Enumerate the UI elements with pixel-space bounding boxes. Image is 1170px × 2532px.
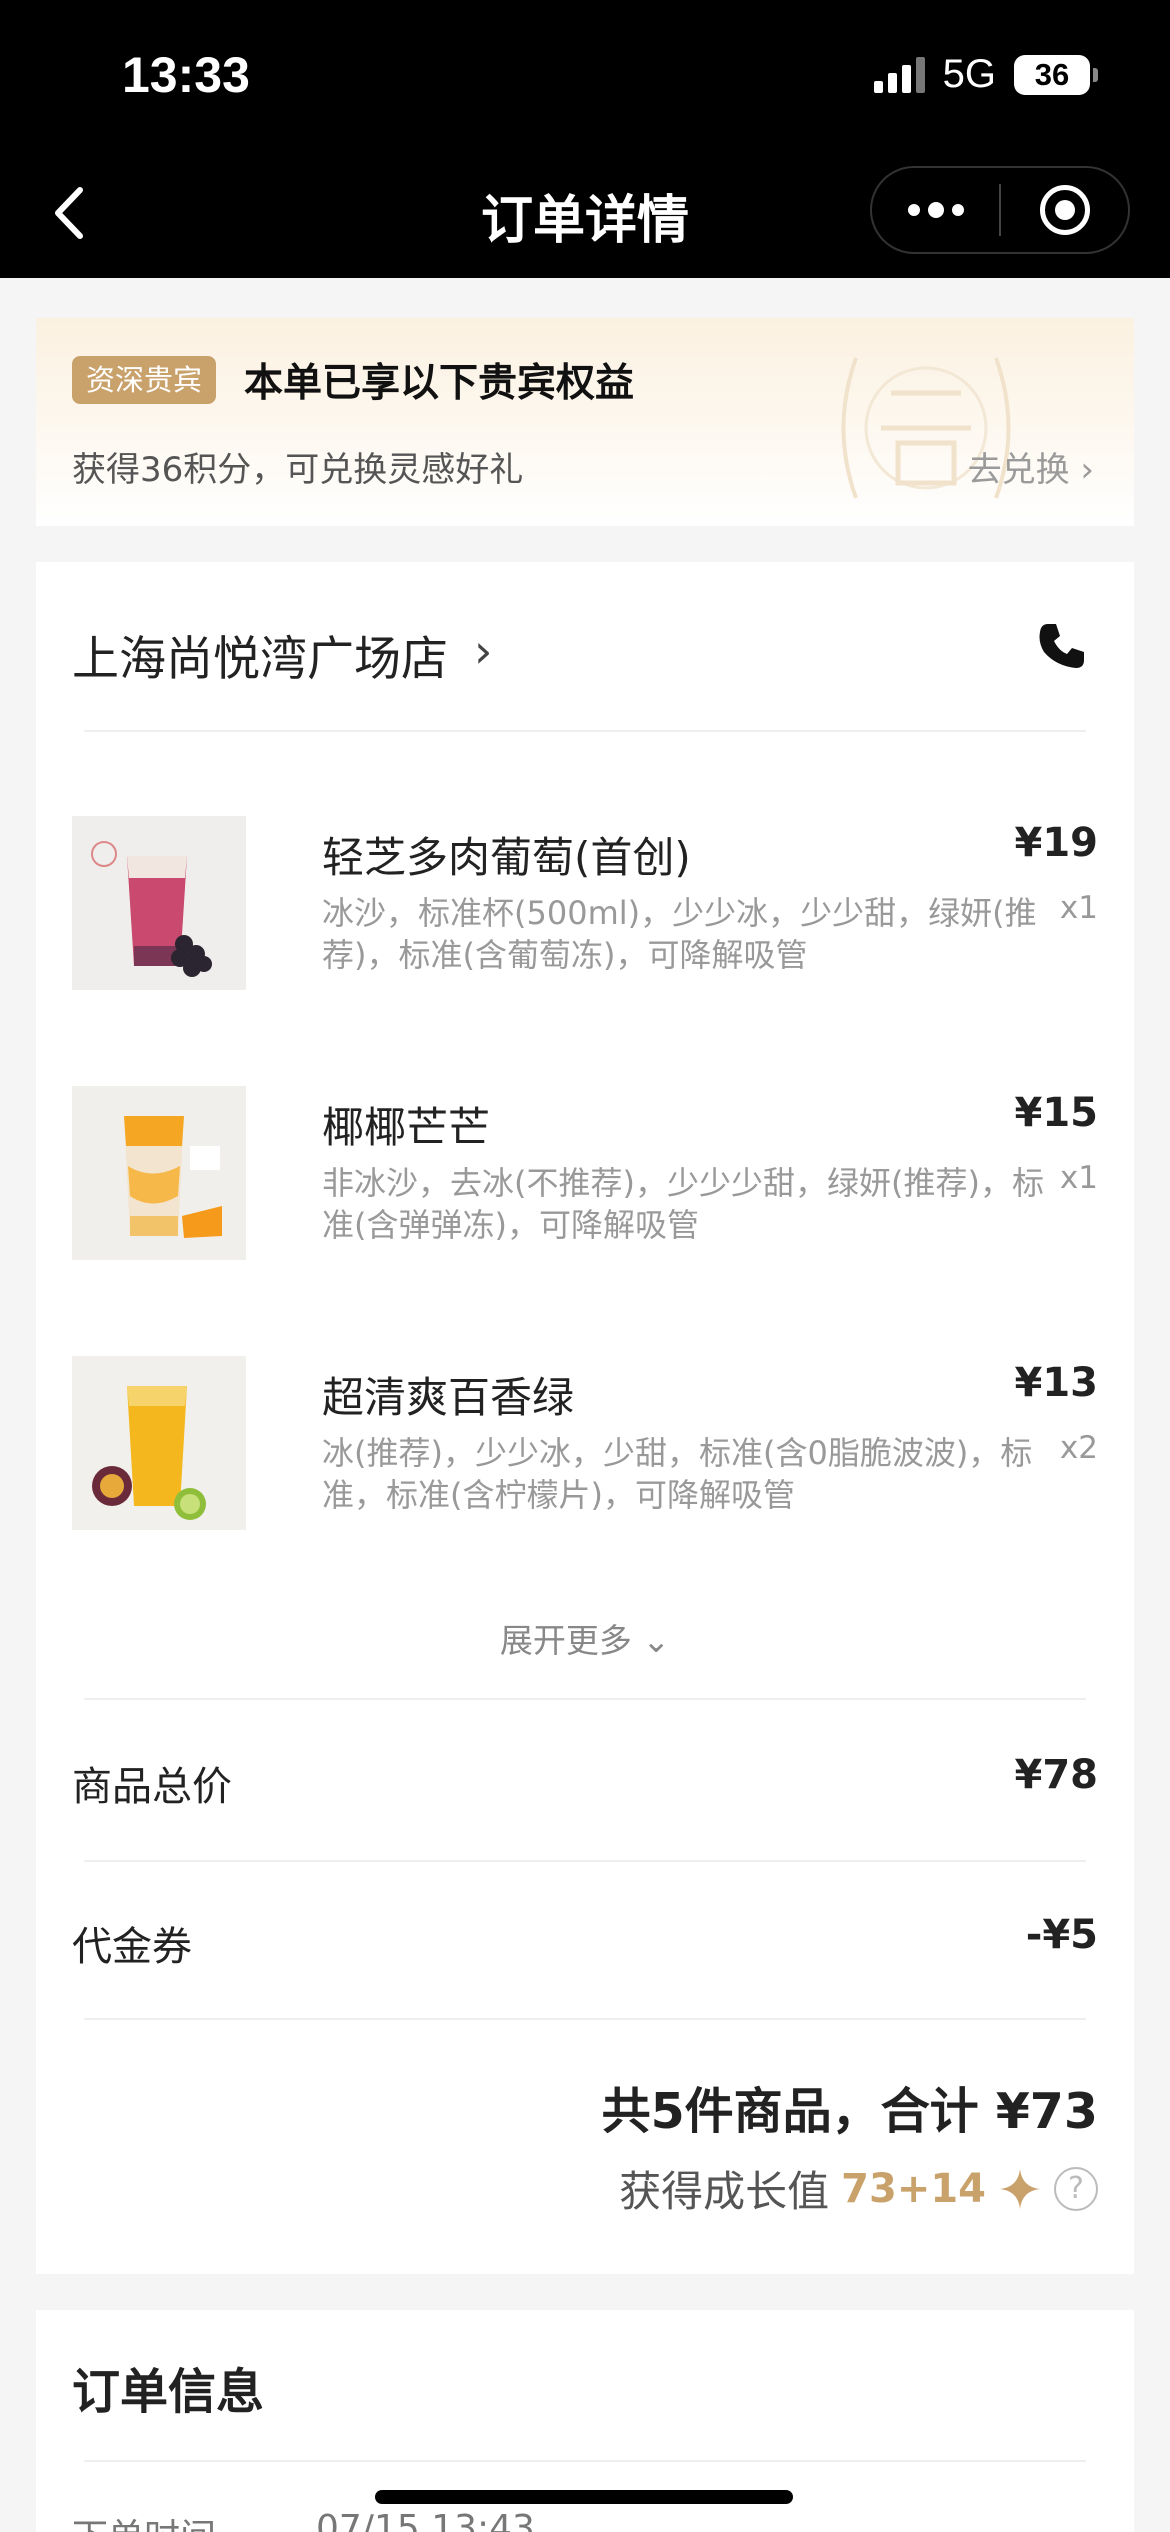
mini-program-capsule xyxy=(870,166,1130,254)
subtotal-label: 商品总价 xyxy=(72,1764,232,1810)
growth-label: 获得成长值 xyxy=(619,2167,830,2216)
battery-icon: 36 xyxy=(1014,54,1098,95)
order-time-label: 下单时间 xyxy=(72,2508,216,2532)
list-item[interactable]: 超清爽百香绿 冰(推荐)，少少冰，少甜，标准(含0脂脆波波)，标准，标准(含柠檬… xyxy=(72,1356,1098,1546)
order-items-card: 上海尚悦湾广场店 › 轻芝多肉葡萄(首创) 冰沙，标准杯(500ml)，少少冰，… xyxy=(36,562,1134,2274)
sparkle-icon xyxy=(1000,2168,1040,2209)
item-quantity: x1 xyxy=(1059,890,1098,926)
item-name: 轻芝多肉葡萄(首创) xyxy=(322,833,691,882)
exchange-link[interactable]: 去兑换 › xyxy=(968,442,1094,491)
item-options: 冰沙，标准杯(500ml)，少少冰，少少甜，绿妍(推荐)，标准(含葡萄冻)，可降… xyxy=(322,894,1037,974)
item-price: ¥15 xyxy=(1014,1090,1099,1136)
points-text: 获得36积分，可兑换灵感好礼 xyxy=(72,450,524,490)
divider xyxy=(84,730,1086,732)
close-target-icon[interactable] xyxy=(1001,185,1128,235)
list-item[interactable]: 轻芝多肉葡萄(首创) 冰沙，标准杯(500ml)，少少冰，少少甜，绿妍(推荐)，… xyxy=(72,816,1098,1006)
subtotal-value: ¥78 xyxy=(1014,1752,1099,1798)
xi-watermark-icon xyxy=(841,357,1011,499)
order-total: 共5件商品，合计 ¥73 xyxy=(601,2083,1098,2140)
growth-value: 73+14 xyxy=(841,2165,986,2212)
list-item[interactable]: 椰椰芒芒 非冰沙，去冰(不推荐)，少少少甜，绿妍(推荐)，标准(含弹弹冻)，可降… xyxy=(72,1086,1098,1276)
item-price: ¥19 xyxy=(1014,820,1099,866)
growth-row: 获得成长值 73+14 ? xyxy=(619,2158,1098,2219)
home-indicator[interactable] xyxy=(375,2490,793,2504)
item-name: 超清爽百香绿 xyxy=(322,1373,575,1422)
item-price: ¥13 xyxy=(1014,1360,1099,1406)
status-indicators: 5G 36 xyxy=(873,52,1098,97)
expand-more-button[interactable]: 展开更多 ⌄ xyxy=(36,1614,1134,1662)
item-options: 非冰沙，去冰(不推荐)，少少少甜，绿妍(推荐)，标准(含弹弹冻)，可降解吸管 xyxy=(322,1164,1044,1244)
order-time-value: 07/15 13:43 xyxy=(316,2508,535,2532)
nav-bar: 订单详情 xyxy=(0,150,1170,278)
voucher-label: 代金券 xyxy=(72,1924,192,1970)
more-icon[interactable] xyxy=(872,202,999,218)
status-time: 13:33 xyxy=(122,47,250,103)
signal-icon xyxy=(873,56,925,93)
divider xyxy=(84,1860,1086,1862)
divider xyxy=(84,1698,1086,1700)
store-chevron-icon[interactable]: › xyxy=(474,624,492,678)
vip-benefits-card: 资深贵宾 本单已享以下贵宾权益 获得36积分，可兑换灵感好礼 去兑换 › xyxy=(36,318,1134,526)
coconut-mango-tea-image xyxy=(72,1086,246,1260)
item-quantity: x2 xyxy=(1059,1430,1098,1466)
passionfruit-green-tea-image xyxy=(72,1356,246,1530)
network-label: 5G xyxy=(942,52,996,96)
divider xyxy=(84,2460,1086,2462)
voucher-value: -¥5 xyxy=(1025,1912,1098,1958)
item-options: 冰(推荐)，少少冰，少甜，标准(含0脂脆波波)，标准，标准(含柠檬片)，可降解吸… xyxy=(322,1434,1033,1514)
item-name: 椰椰芒芒 xyxy=(322,1103,491,1152)
order-info-title: 订单信息 xyxy=(72,2364,265,2420)
vip-title: 本单已享以下贵宾权益 xyxy=(244,361,635,406)
store-name[interactable]: 上海尚悦湾广场店 xyxy=(72,620,448,689)
status-bar: 13:33 5G 36 xyxy=(0,0,1170,150)
help-icon[interactable]: ? xyxy=(1054,2166,1098,2211)
divider xyxy=(84,2018,1086,2020)
item-quantity: x1 xyxy=(1059,1160,1098,1196)
grape-cheese-tea-image xyxy=(72,816,246,990)
vip-level-badge: 资深贵宾 xyxy=(72,356,217,404)
phone-icon[interactable] xyxy=(1034,618,1090,674)
